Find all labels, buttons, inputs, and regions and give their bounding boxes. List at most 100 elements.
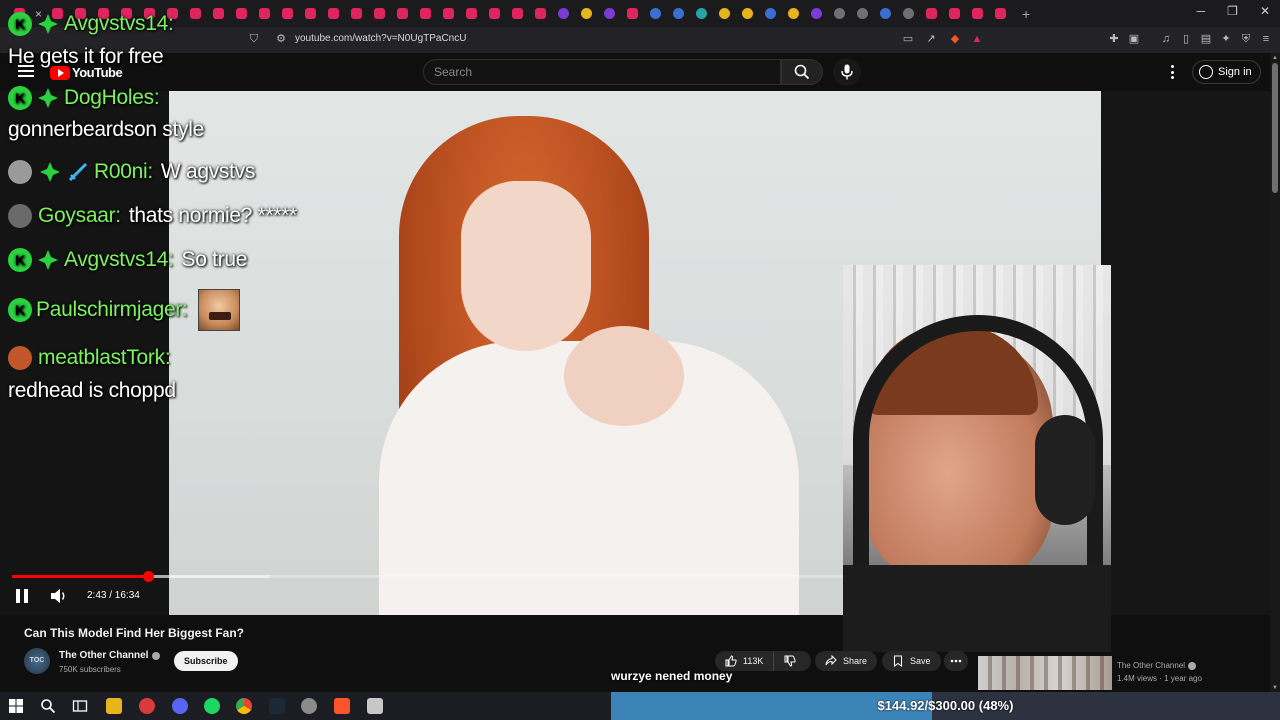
restore-icon[interactable]: ❐	[1227, 4, 1238, 18]
close-window-icon[interactable]: ✕	[1260, 4, 1270, 18]
share-button[interactable]: Share	[815, 651, 878, 671]
tab-twitch-icon[interactable]	[558, 8, 570, 19]
new-tab-icon[interactable]: +	[1022, 6, 1030, 22]
app-icon[interactable]	[367, 698, 383, 714]
channel-name[interactable]: The Other Channel	[59, 650, 161, 661]
right-side-panel	[1101, 91, 1270, 615]
discord-icon[interactable]	[172, 698, 188, 714]
tab-youtube-icon[interactable]	[351, 8, 363, 19]
tab-youtube-icon[interactable]	[995, 8, 1007, 19]
tab-folder-icon[interactable]	[581, 8, 593, 19]
browser-menu-icon[interactable]: ≡	[1260, 33, 1272, 45]
site-settings-icon[interactable]: ⚙	[275, 33, 287, 45]
dislike-button[interactable]	[774, 655, 806, 667]
sign-in-button[interactable]: Sign in	[1192, 60, 1261, 84]
tab-site-icon[interactable]	[696, 8, 708, 19]
subscribe-button[interactable]: Subscribe	[174, 651, 238, 671]
tab-youtube-icon[interactable]	[443, 8, 455, 19]
windows-start-icon[interactable]	[8, 698, 24, 714]
bookmark-icon[interactable]: ⛉	[248, 33, 260, 45]
tab-site-icon[interactable]	[903, 8, 915, 19]
scroll-up-arrow-icon[interactable]: ▲	[1272, 55, 1278, 61]
tab-site-icon[interactable]	[834, 8, 846, 19]
tab-youtube-icon[interactable]	[926, 8, 938, 19]
chat-message-text: redhead is choppd	[8, 379, 176, 402]
voice-search-button[interactable]	[833, 58, 861, 86]
chat-username: Paulschirmjager:	[36, 298, 188, 321]
tab-youtube-icon[interactable]	[972, 8, 984, 19]
search-input[interactable]	[424, 60, 780, 84]
cast-icon[interactable]: ▭	[902, 33, 914, 45]
search-button[interactable]	[781, 59, 823, 85]
ellipsis-icon	[950, 659, 962, 663]
brave-browser-icon[interactable]	[334, 698, 350, 714]
save-button[interactable]: Save	[882, 651, 941, 671]
sidebar-icon[interactable]: ▯	[1180, 33, 1192, 45]
extension-icon[interactable]: ✚	[1108, 33, 1120, 45]
scrollbar-thumb[interactable]	[1272, 63, 1278, 193]
tab-youtube-icon[interactable]	[535, 8, 547, 19]
like-button[interactable]: 113K	[715, 651, 775, 671]
extensions-puzzle-icon[interactable]: ✦	[1220, 33, 1232, 45]
tab-site-icon[interactable]	[788, 8, 800, 19]
tab-youtube-icon[interactable]	[259, 8, 271, 19]
tab-site-icon[interactable]	[719, 8, 731, 19]
scroll-down-arrow-icon[interactable]: ▼	[1272, 685, 1278, 691]
file-explorer-icon[interactable]	[106, 698, 122, 714]
progress-bar[interactable]	[12, 571, 843, 582]
app-icon[interactable]	[301, 698, 317, 714]
tab-youtube-icon[interactable]	[420, 8, 432, 19]
tab-youtube-icon[interactable]	[512, 8, 524, 19]
tab-site-icon[interactable]	[857, 8, 869, 19]
task-view-icon[interactable]	[72, 698, 88, 714]
brave-shield-icon[interactable]: ◆	[949, 33, 961, 45]
tab-site-icon[interactable]	[765, 8, 777, 19]
tab-youtube-icon[interactable]	[466, 8, 478, 19]
page-scrollbar[interactable]: ▲ ▼	[1270, 53, 1280, 693]
tab-youtube-icon[interactable]	[949, 8, 961, 19]
channel-avatar[interactable]: TOC	[24, 648, 50, 674]
tab-site-icon[interactable]	[880, 8, 892, 19]
tab-youtube-icon[interactable]	[213, 8, 225, 19]
minimize-icon[interactable]: ─	[1197, 4, 1206, 18]
verified-check-icon	[1188, 661, 1197, 670]
tab-youtube-icon[interactable]	[374, 8, 386, 19]
tab-youtube-icon[interactable]	[282, 8, 294, 19]
tab-twitch-icon[interactable]	[811, 8, 823, 19]
spotify-icon[interactable]	[204, 698, 220, 714]
chat-message-text: thats normie? *****	[128, 204, 298, 227]
pause-button[interactable]	[16, 589, 32, 603]
wallet-icon[interactable]: ▤	[1200, 33, 1212, 45]
steam-icon[interactable]	[269, 698, 285, 714]
url-text[interactable]: youtube.com/watch?v=N0UgTPaCncU	[295, 33, 466, 44]
related-video-channel[interactable]: The Other Channel	[1117, 661, 1197, 670]
tab-site-icon[interactable]	[673, 8, 685, 19]
tab-youtube-icon[interactable]	[627, 8, 639, 19]
tab-site-icon[interactable]	[650, 8, 662, 19]
taskbar-search-icon[interactable]	[40, 698, 56, 714]
extension-icon[interactable]: ▣	[1128, 33, 1140, 45]
pause-icon	[16, 589, 20, 603]
verified-check-icon	[152, 651, 161, 660]
vpn-icon[interactable]: ⛨	[1240, 33, 1252, 45]
tab-site-icon[interactable]	[742, 8, 754, 19]
tab-youtube-icon[interactable]	[305, 8, 317, 19]
tab-youtube-icon[interactable]	[328, 8, 340, 19]
tab-youtube-icon[interactable]	[397, 8, 409, 19]
related-video-thumbnail[interactable]	[978, 656, 1112, 690]
chat-message: K Paulschirmjager:	[8, 289, 240, 331]
tab-youtube-icon[interactable]	[236, 8, 248, 19]
tab-twitch-icon[interactable]	[604, 8, 616, 19]
share-page-icon[interactable]: ↗	[925, 33, 937, 45]
brave-rewards-icon[interactable]: ▲	[971, 33, 983, 45]
obs-app-icon[interactable]	[139, 698, 155, 714]
tab-youtube-icon[interactable]	[190, 8, 202, 19]
tab-youtube-icon[interactable]	[489, 8, 501, 19]
more-actions-button[interactable]	[944, 651, 968, 671]
settings-kebab-icon[interactable]	[1166, 63, 1178, 81]
media-icon[interactable]: ♫	[1160, 33, 1172, 45]
webcam-streamer-body	[843, 565, 1111, 652]
chrome-icon[interactable]	[236, 698, 252, 714]
account-icon	[1199, 65, 1213, 79]
volume-button[interactable]	[50, 588, 68, 604]
